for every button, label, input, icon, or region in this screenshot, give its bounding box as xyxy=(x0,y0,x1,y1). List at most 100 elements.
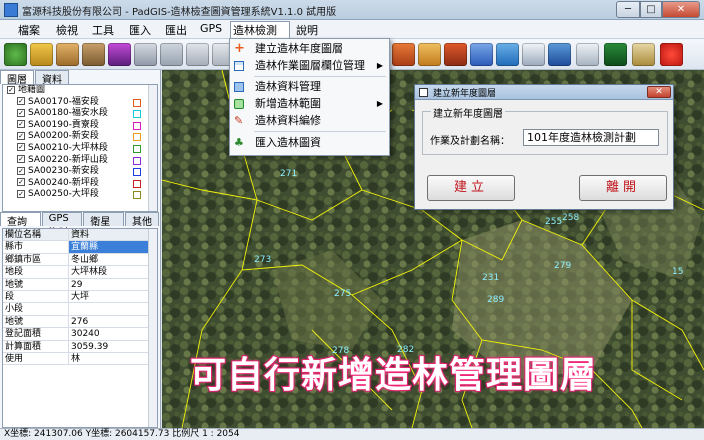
table-row[interactable]: 小段 xyxy=(3,303,157,316)
field-value: 30240 xyxy=(71,329,100,340)
tree-root[interactable]: ✓ 地籍圖 xyxy=(3,85,157,97)
checkbox-icon[interactable]: ✓ xyxy=(17,166,25,175)
checkbox-icon[interactable]: ✓ xyxy=(17,97,25,106)
layer-label: SA00220-新坪山段 xyxy=(28,154,108,165)
menu-export[interactable]: 匯出 xyxy=(163,22,189,37)
minimize-button[interactable]: ─ xyxy=(616,1,640,18)
field-name: 小段 xyxy=(3,303,69,315)
color-swatch xyxy=(133,156,141,165)
menu-item-add-forest-area[interactable]: 新增造林範圍 ▶ xyxy=(230,96,389,112)
draw-polygon-icon[interactable] xyxy=(392,43,415,66)
table-header: 欄位名稱 資料 xyxy=(3,229,157,242)
layer-label: SA00210-大坪林段 xyxy=(28,142,108,153)
checkbox-icon[interactable]: ✓ xyxy=(17,120,25,129)
tab-satellite-info[interactable]: 衛星資訊 xyxy=(83,212,125,243)
menu-view[interactable]: 檢視 xyxy=(54,22,80,37)
checkbox-icon[interactable]: ✓ xyxy=(17,143,25,152)
layer-item[interactable]: ✓ SA00230-新安段 xyxy=(3,166,157,178)
field-value: 大坪 xyxy=(71,291,90,302)
table-row[interactable]: 地號 276 xyxy=(3,315,157,329)
create-button[interactable]: 建立 xyxy=(427,175,515,201)
table-row[interactable]: 縣市 宜蘭縣 xyxy=(3,241,157,254)
menu-forest-inspection[interactable]: 造林檢測 xyxy=(230,21,290,39)
checkbox-icon[interactable]: ✓ xyxy=(7,85,15,94)
layer-item[interactable]: ✓ SA00170-福安段 xyxy=(3,97,157,109)
table-scrollbar[interactable] xyxy=(148,229,157,427)
tab-query-result[interactable]: 查詢結果 xyxy=(0,212,41,243)
table-row[interactable]: 地段 大坪林段 xyxy=(3,266,157,279)
tab-gps-data[interactable]: GPS資料 xyxy=(41,212,83,239)
field-value: 276 xyxy=(71,316,89,327)
save-icon[interactable] xyxy=(134,43,157,66)
menu-help[interactable]: 說明 xyxy=(294,22,320,37)
menu-item-create-year-layer[interactable]: + 建立造林年度圖層 xyxy=(230,41,389,57)
dialog-close-button[interactable]: ✕ xyxy=(647,86,671,98)
globe-search-icon[interactable] xyxy=(496,43,519,66)
color-swatch xyxy=(133,98,141,107)
layer-item[interactable]: ✓ SA00190-貢寮段 xyxy=(3,120,157,132)
print-icon[interactable] xyxy=(160,43,183,66)
menu-import[interactable]: 匯入 xyxy=(127,22,153,37)
tab-data[interactable]: 資料 xyxy=(35,70,69,86)
earth-icon[interactable] xyxy=(548,43,571,66)
new-project-icon[interactable] xyxy=(4,43,27,66)
pencil-tool-icon[interactable] xyxy=(444,43,467,66)
field-name: 地號 xyxy=(3,278,69,290)
checkbox-icon[interactable]: ✓ xyxy=(17,189,25,198)
measure-icon[interactable] xyxy=(418,43,441,66)
table-row[interactable]: 使用林 xyxy=(3,352,157,366)
tab-other[interactable]: 其他區 xyxy=(125,212,159,243)
layer-item[interactable]: ✓ SA00250-大坪段 xyxy=(3,189,157,201)
checkbox-icon[interactable]: ✓ xyxy=(17,178,25,187)
layers-icon[interactable] xyxy=(108,43,131,66)
menu-tools[interactable]: 工具 xyxy=(90,22,116,37)
menu-item-layer-field-management[interactable]: 造林作業圖層欄位管理 ▶ xyxy=(230,58,389,74)
chart-icon[interactable] xyxy=(522,43,545,66)
open-folder-icon[interactable] xyxy=(30,43,53,66)
layer-item[interactable]: ✓ SA00210-大坪林段 xyxy=(3,143,157,155)
package-icon[interactable] xyxy=(82,43,105,66)
export-icon[interactable] xyxy=(632,43,655,66)
info-tabs: 查詢結果 GPS資料 衛星資訊 其他區 xyxy=(0,212,160,243)
table-row[interactable]: 地號 29 xyxy=(3,278,157,291)
field-name: 段 xyxy=(3,290,69,303)
import-box-icon[interactable] xyxy=(56,43,79,66)
layer-label: SA00230-新安段 xyxy=(28,166,99,177)
menu-gps[interactable]: GPS xyxy=(198,22,224,37)
gps-device-icon[interactable] xyxy=(576,43,599,66)
layer-label: SA00180-福安水段 xyxy=(28,108,108,119)
menu-file[interactable]: 檔案 xyxy=(16,22,42,37)
tree-scrollbar[interactable] xyxy=(148,85,157,211)
maximize-button[interactable]: □ xyxy=(640,1,662,18)
field-name: 使用 xyxy=(3,352,69,365)
polygon-select-icon[interactable] xyxy=(470,43,493,66)
layer-item[interactable]: ✓ SA00180-福安水段 xyxy=(3,108,157,120)
layer-label: SA00190-貢寮段 xyxy=(28,119,99,130)
layer-item[interactable]: ✓ SA00200-新安段 xyxy=(3,131,157,143)
menu-item-import-forest-data[interactable]: ♣ 匯入造林圖資 xyxy=(230,135,389,151)
left-panel: 圖層 資料 ✓ 地籍圖 ✓ SA00170-福安段 ✓ SA00180-福安水段 ✓ S… xyxy=(0,70,161,428)
menu-item-forest-data-management[interactable]: 造林資料管理 xyxy=(230,79,389,95)
forest-icon[interactable] xyxy=(604,43,627,66)
checkbox-icon[interactable]: ✓ xyxy=(17,155,25,164)
table-row[interactable]: 登記面積 30240 xyxy=(3,328,157,341)
close-button[interactable]: ✕ xyxy=(662,1,700,18)
table-row[interactable]: 段大坪 xyxy=(3,290,157,304)
table-row[interactable]: 計算面積 3059.39 xyxy=(3,340,157,353)
tab-layers[interactable]: 圖層 xyxy=(0,70,34,86)
parcel-label: 258 xyxy=(562,213,579,223)
layer-item[interactable]: ✓ SA00220-新坪山段 xyxy=(3,155,157,167)
table-row[interactable]: 鄉鎮市區 冬山鄉 xyxy=(3,253,157,267)
field-name: 登記面積 xyxy=(3,328,69,340)
plan-name-input[interactable]: 101年度造林檢測計劃 xyxy=(523,129,659,146)
dialog-title: 建立新年度圖層 xyxy=(433,89,497,99)
checkbox-icon[interactable]: ✓ xyxy=(17,131,25,140)
settings-icon[interactable] xyxy=(186,43,209,66)
color-swatch xyxy=(133,179,141,188)
layer-item[interactable]: ✓ SA00240-新坪段 xyxy=(3,178,157,190)
leave-button[interactable]: 離開 xyxy=(579,175,667,201)
field-value: 3059.39 xyxy=(71,341,109,352)
power-icon[interactable] xyxy=(660,43,683,66)
checkbox-icon[interactable]: ✓ xyxy=(17,108,25,117)
menu-item-forest-data-edit[interactable]: ✎ 造林資料編修 xyxy=(230,113,389,129)
